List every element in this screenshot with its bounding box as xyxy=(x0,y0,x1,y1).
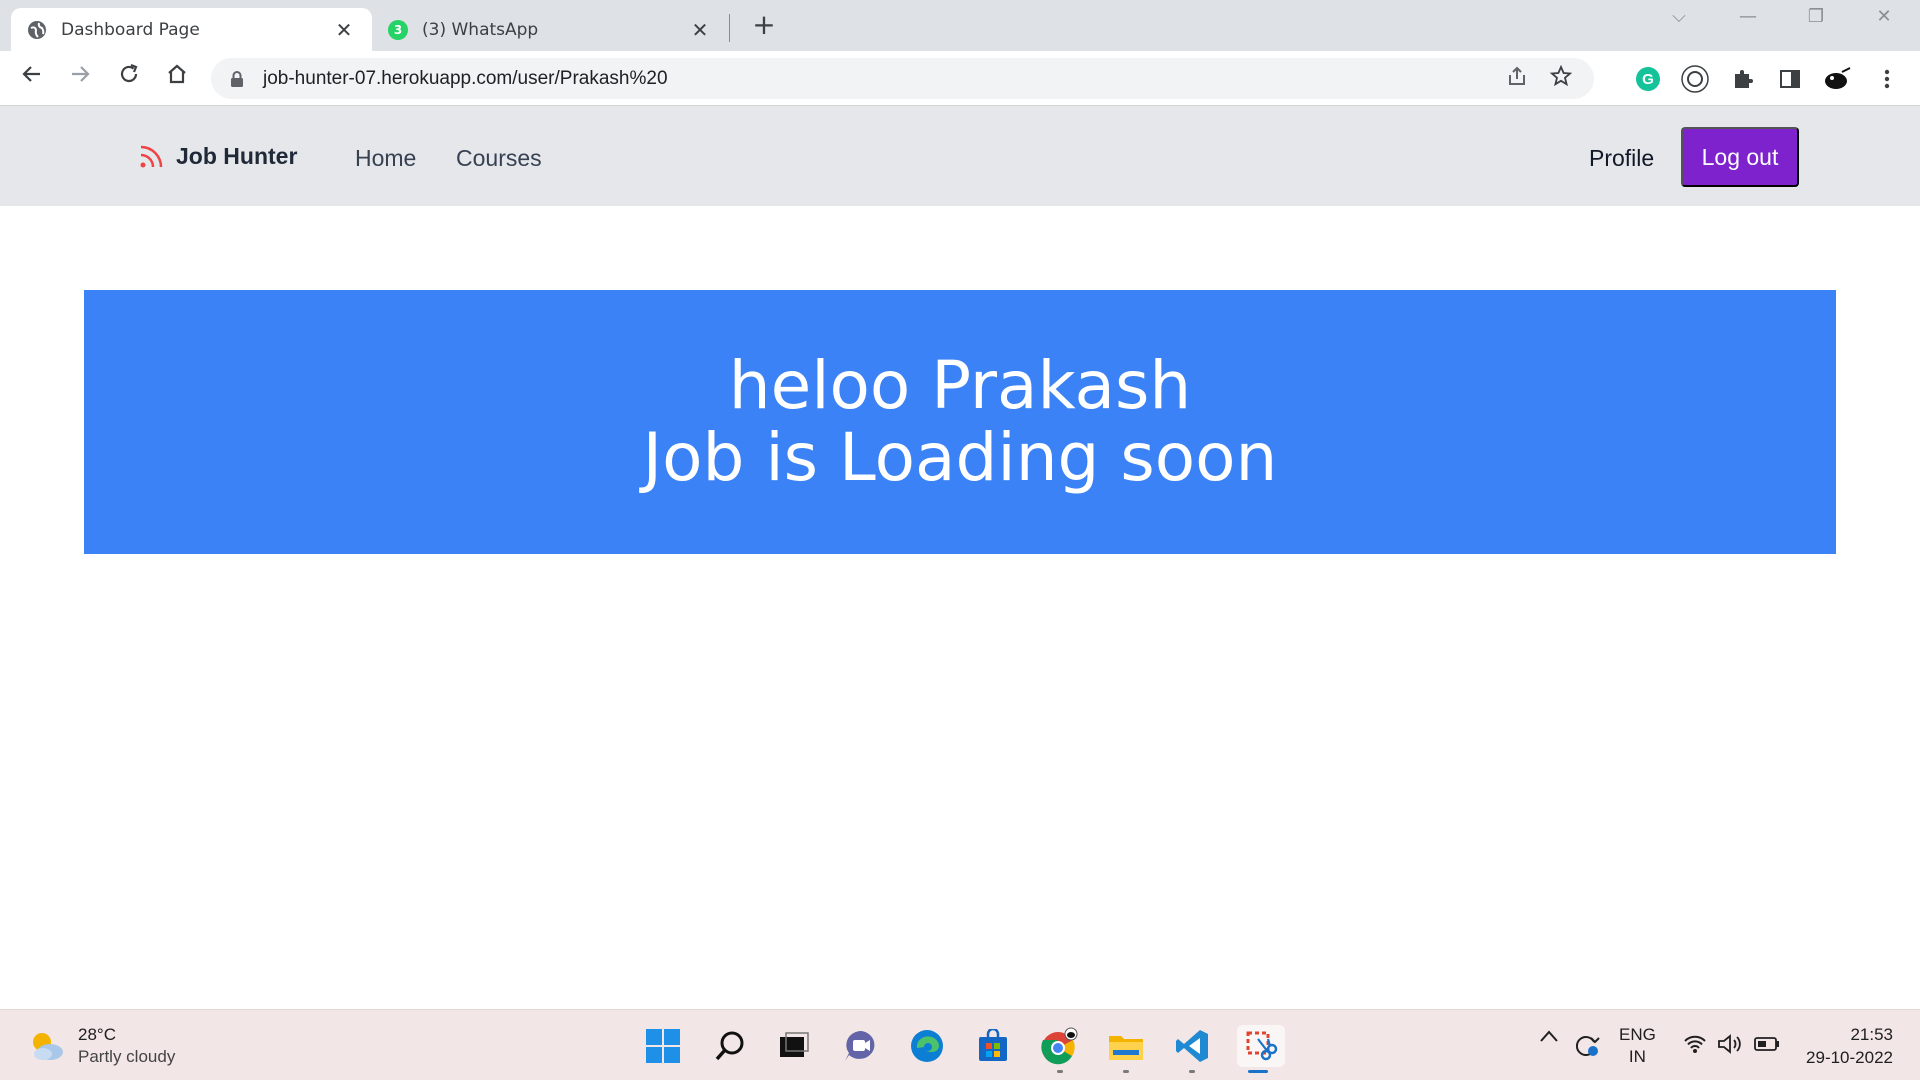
file-explorer-button[interactable] xyxy=(1105,1025,1147,1073)
edge-icon xyxy=(911,1030,943,1062)
task-view-button[interactable] xyxy=(773,1025,815,1067)
running-indicator xyxy=(1189,1070,1195,1073)
vscode-button[interactable] xyxy=(1171,1025,1213,1073)
arrow-right-icon xyxy=(72,66,90,82)
taskbar-search-button[interactable] xyxy=(709,1025,751,1067)
logout-button[interactable]: Log out xyxy=(1681,127,1799,187)
tab-separator xyxy=(729,14,730,42)
windows-taskbar: 28°C Partly cloudy ENG IN 21:53 29-10-20… xyxy=(0,1009,1920,1080)
brand-name: Job Hunter xyxy=(176,142,298,169)
teams-chat-button[interactable] xyxy=(840,1025,882,1067)
task-view-icon xyxy=(780,1032,809,1057)
nav-link-courses[interactable]: Courses xyxy=(456,145,542,172)
clock-date: 29-10-2022 xyxy=(1806,1048,1893,1067)
bookmark-star-icon[interactable] xyxy=(1549,64,1573,93)
clock-time: 21:53 xyxy=(1850,1025,1893,1044)
language-code: ENG xyxy=(1619,1025,1656,1044)
windows-start-icon xyxy=(646,1029,680,1063)
partly-cloudy-icon xyxy=(33,1033,63,1060)
show-hidden-icons-button[interactable] xyxy=(1539,1028,1559,1048)
weather-temperature: 28°C xyxy=(78,1025,116,1044)
search-icon xyxy=(715,1031,744,1061)
reload-button[interactable] xyxy=(112,61,146,95)
greeting-text: heloo Prakash xyxy=(728,347,1192,424)
file-explorer-icon xyxy=(1109,1036,1143,1060)
url-text[interactable]: job-hunter-07.herokuapp.com/user/Prakash… xyxy=(263,68,1506,90)
weather-widget[interactable]: 28°C Partly cloudy xyxy=(28,1024,175,1068)
rss-icon xyxy=(140,145,163,168)
store-button[interactable] xyxy=(972,1025,1014,1067)
restore-button[interactable]: ❐ xyxy=(1801,6,1831,27)
region-code: IN xyxy=(1628,1047,1646,1066)
running-indicator xyxy=(1057,1070,1063,1073)
arrow-left-icon xyxy=(22,66,40,82)
kebab-menu-icon[interactable] xyxy=(1872,64,1902,94)
profile-avatar-icon[interactable] xyxy=(1822,64,1852,94)
vscode-icon xyxy=(1176,1030,1208,1062)
running-indicator xyxy=(1123,1070,1129,1073)
home-button[interactable] xyxy=(160,61,194,95)
chevron-up-icon xyxy=(1540,1030,1558,1042)
tab-search-dropdown-icon[interactable]: ⌵ xyxy=(1664,6,1694,27)
svg-text:G: G xyxy=(1642,71,1654,88)
tab-close-icon[interactable]: ✕ xyxy=(688,18,712,42)
chat-icon xyxy=(845,1031,875,1061)
battery-icon[interactable] xyxy=(1754,1036,1780,1057)
system-clock[interactable]: 21:53 29-10-2022 xyxy=(1800,1023,1893,1069)
onedrive-sync-icon[interactable] xyxy=(1572,1032,1600,1061)
tab-dashboard-page[interactable]: Dashboard Page ✕ xyxy=(11,8,372,51)
whatsapp-icon: 3 xyxy=(388,19,408,40)
nav-link-profile[interactable]: Profile xyxy=(1589,145,1654,172)
active-indicator xyxy=(1248,1070,1268,1073)
window-close-button[interactable]: ✕ xyxy=(1869,6,1899,27)
chrome-button[interactable] xyxy=(1039,1025,1081,1073)
home-icon xyxy=(168,64,186,84)
whatsapp-badge: 3 xyxy=(393,22,403,37)
grammarly-icon[interactable]: G xyxy=(1633,64,1663,94)
reload-icon xyxy=(120,63,138,83)
browser-toolbar: job-hunter-07.herokuapp.com/user/Prakash… xyxy=(0,51,1920,106)
site-navbar: Job Hunter Home Courses Profile Log out xyxy=(0,106,1920,206)
share-icon[interactable] xyxy=(1506,65,1528,93)
forward-button[interactable] xyxy=(63,61,97,95)
new-tab-button[interactable]: + xyxy=(749,11,779,39)
minimize-button[interactable]: — xyxy=(1733,6,1763,27)
chrome-icon xyxy=(1041,1027,1078,1065)
nav-link-home[interactable]: Home xyxy=(355,145,416,172)
lock-icon xyxy=(231,70,243,87)
back-button[interactable] xyxy=(15,61,49,95)
language-indicator[interactable]: ENG IN xyxy=(1619,1024,1656,1068)
volume-icon[interactable] xyxy=(1717,1034,1743,1059)
globe-icon xyxy=(27,20,47,40)
address-bar[interactable]: job-hunter-07.herokuapp.com/user/Prakash… xyxy=(211,58,1594,99)
extension-circle-icon[interactable] xyxy=(1680,64,1710,94)
store-icon xyxy=(979,1029,1007,1061)
snipping-tool-button[interactable] xyxy=(1237,1025,1285,1073)
welcome-banner: heloo Prakash Job is Loading soon xyxy=(84,290,1836,554)
extensions-puzzle-icon[interactable] xyxy=(1728,64,1758,94)
loading-message: Job is Loading soon xyxy=(642,419,1278,496)
brand-link[interactable]: Job Hunter xyxy=(138,142,297,170)
weather-description: Partly cloudy xyxy=(78,1047,176,1066)
browser-tab-strip: Dashboard Page ✕ 3 (3) WhatsApp ✕ + ⌵ — … xyxy=(0,0,1920,51)
tab-whatsapp[interactable]: 3 (3) WhatsApp ✕ xyxy=(372,8,728,51)
snipping-tool-icon xyxy=(1246,1031,1278,1061)
tab-title: (3) WhatsApp xyxy=(422,19,539,40)
tab-close-icon[interactable]: ✕ xyxy=(332,18,356,42)
wifi-icon[interactable] xyxy=(1683,1034,1707,1059)
edge-button[interactable] xyxy=(906,1025,948,1067)
tab-title: Dashboard Page xyxy=(61,19,200,40)
start-button[interactable] xyxy=(642,1025,684,1067)
side-panel-icon[interactable] xyxy=(1775,64,1805,94)
